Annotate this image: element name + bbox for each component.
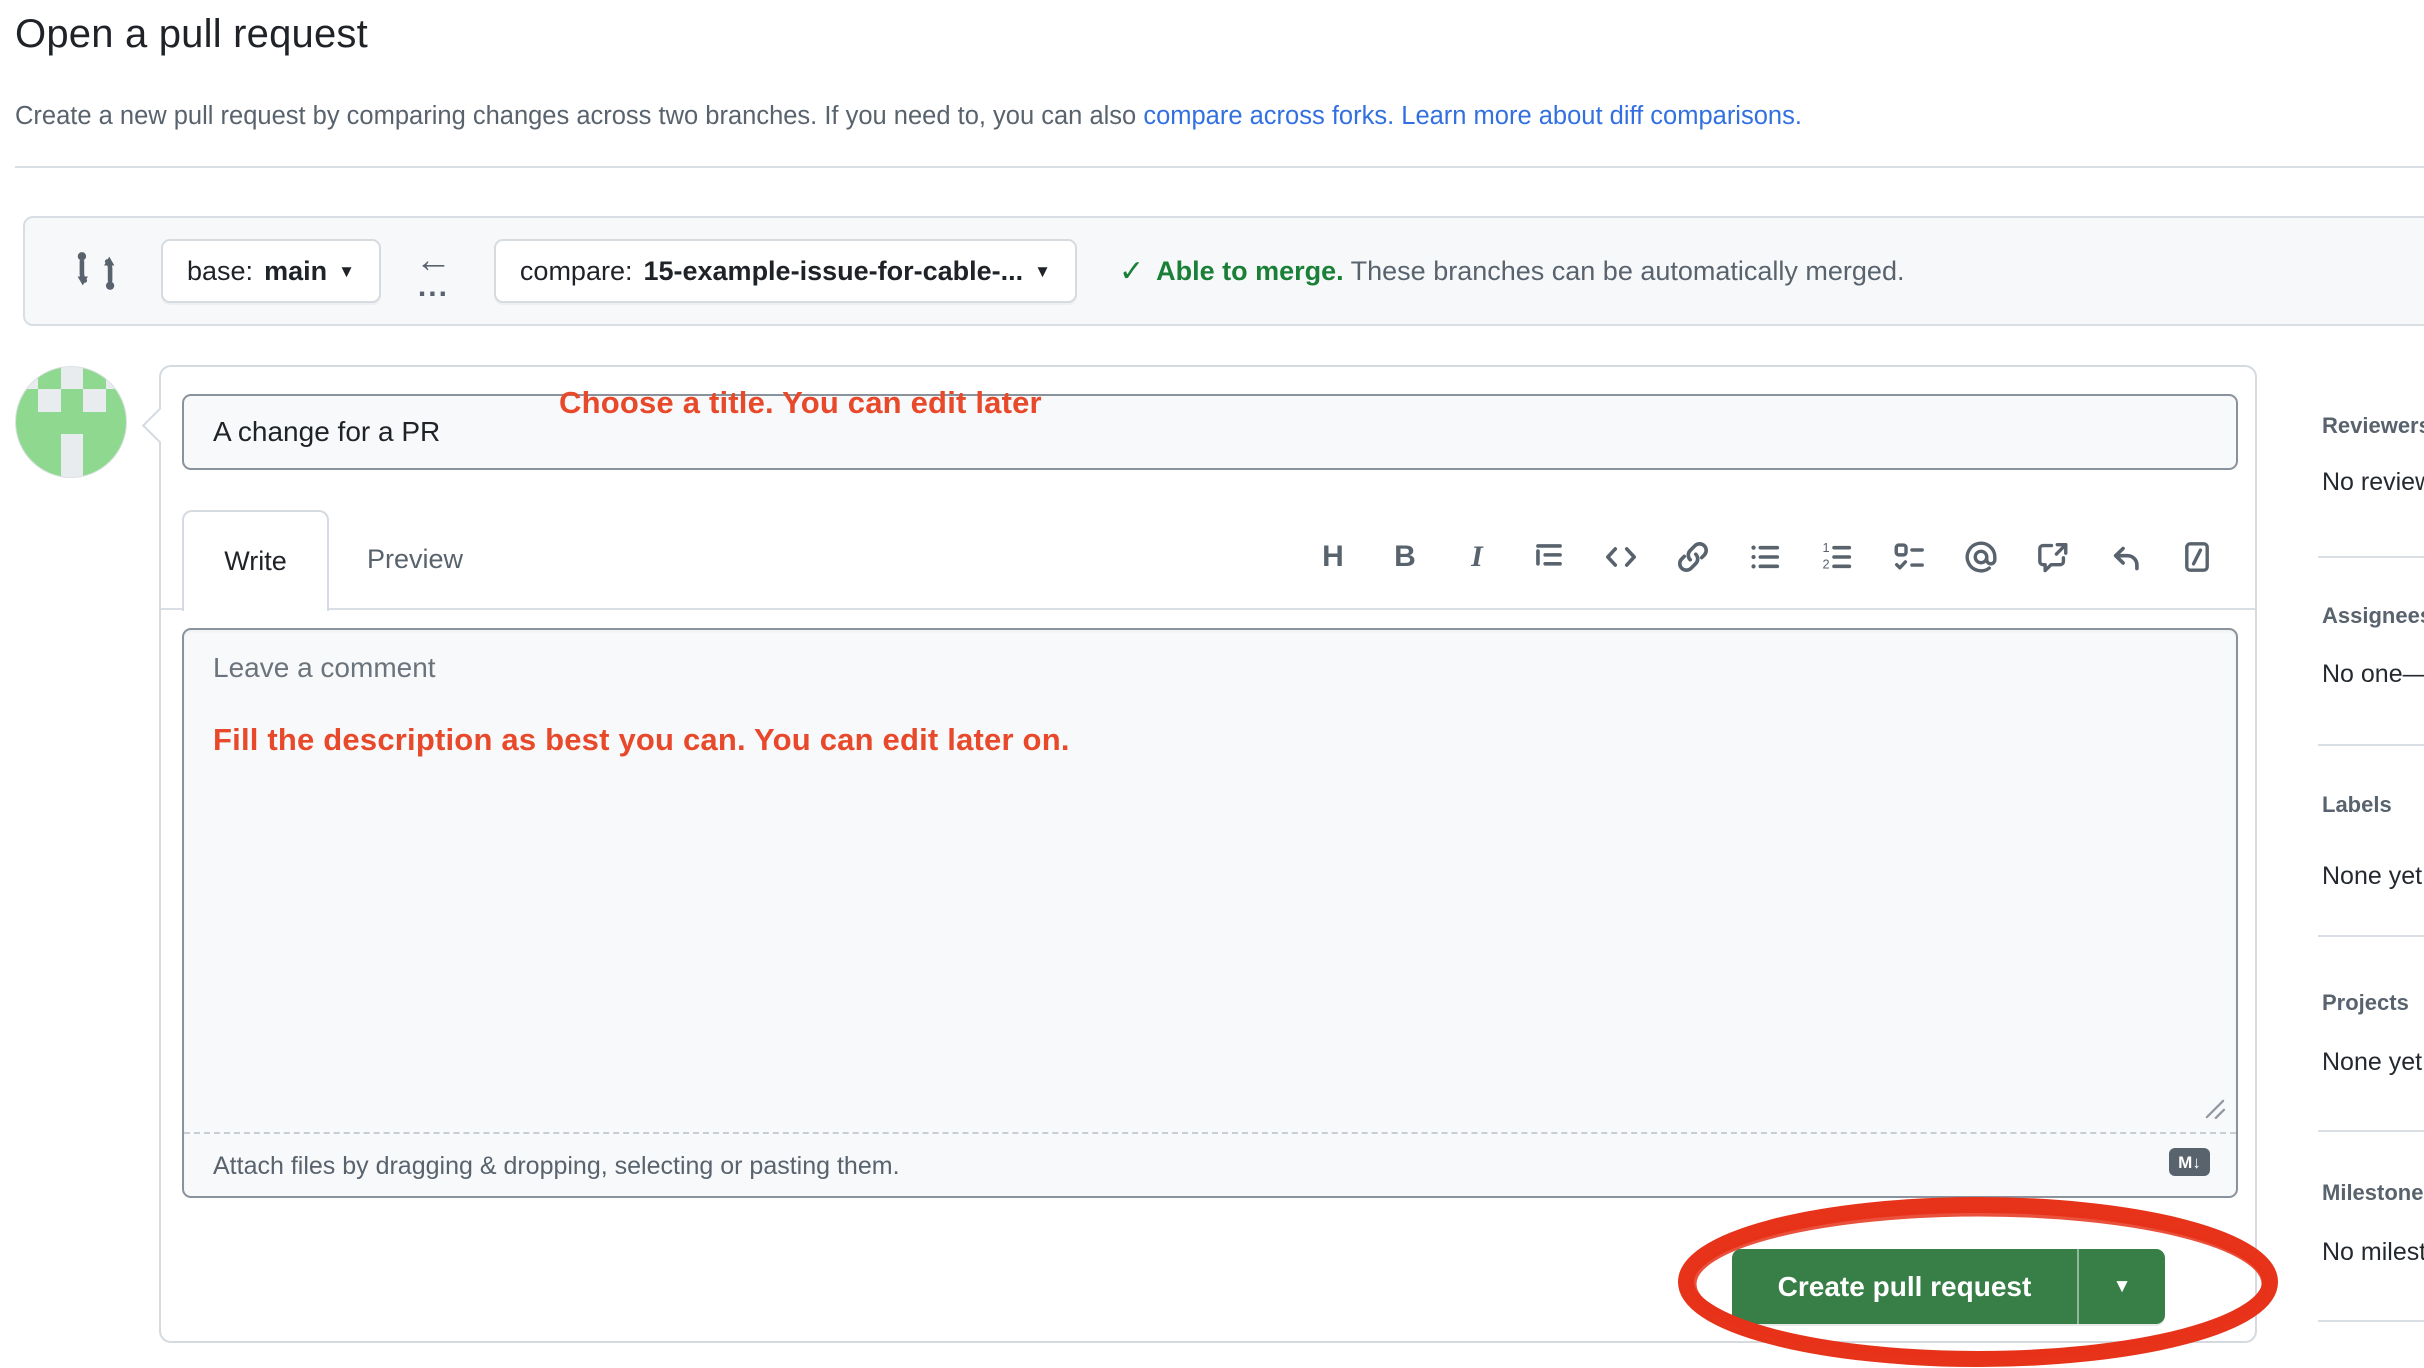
compare-label: compare: — [520, 256, 633, 287]
svg-text:2: 2 — [1823, 556, 1830, 571]
slash-command-icon[interactable] — [2179, 539, 2215, 575]
assignees-heading: Assignees — [2322, 603, 2424, 628]
sidebar-section-projects[interactable]: Projects — [2322, 990, 2424, 1016]
sidebar-divider — [2318, 1320, 2424, 1322]
header-divider — [15, 166, 2424, 168]
milestone-value: No milestone — [2322, 1238, 2424, 1267]
learn-more-diff-link[interactable]: Learn more about diff comparisons. — [1394, 102, 1802, 130]
title-annotation: Choose a title. You can edit later — [559, 385, 1042, 421]
subtitle-text: Create a new pull request by comparing c… — [15, 102, 1143, 130]
branch-range-bar: base: main ▼ ← ... compare: 15-example-issu… — [23, 216, 2424, 326]
card-caret — [142, 408, 177, 443]
git-compare-icon — [73, 248, 119, 294]
labels-value: None yet — [2322, 862, 2424, 891]
attach-files-area[interactable]: Attach files by dragging & dropping, sel… — [184, 1132, 2236, 1198]
create-pull-request-dropdown[interactable]: ▼ — [2077, 1249, 2165, 1324]
code-icon[interactable] — [1603, 539, 1639, 575]
range-direction: ← ... — [415, 241, 452, 302]
base-branch-name: main — [264, 256, 327, 287]
heading-icon[interactable]: H — [1315, 539, 1351, 575]
range-dots: ... — [418, 272, 449, 302]
avatar — [15, 366, 127, 478]
base-label: base: — [187, 256, 253, 287]
merge-status-bold: Able to merge. — [1156, 256, 1344, 286]
sidebar-section-assignees[interactable]: Assignees — [2322, 603, 2424, 629]
comment-textarea[interactable]: Leave a comment Fill the description as … — [184, 630, 2236, 1132]
cross-reference-icon[interactable] — [2035, 539, 2071, 575]
pr-compose-card: A change for a PR Choose a title. You ca… — [159, 365, 2257, 1343]
attach-hint: Attach files by dragging & dropping, sel… — [213, 1152, 900, 1181]
task-list-icon[interactable] — [1891, 539, 1927, 575]
merge-status-rest: These branches can be automatically merg… — [1344, 256, 1905, 286]
svg-text:1: 1 — [1823, 540, 1830, 555]
comment-annotation: Fill the description as best you can. Yo… — [213, 722, 1070, 758]
page-title: Open a pull request — [15, 12, 368, 57]
milestone-heading: Milestone — [2322, 1180, 2423, 1205]
saved-reply-icon[interactable] — [2107, 539, 2143, 575]
reviewers-value: No reviews — [2322, 468, 2424, 497]
chevron-down-icon: ▼ — [2113, 1276, 2132, 1298]
markdown-toolbar: H B I — [1315, 539, 2215, 575]
unordered-list-icon[interactable] — [1747, 539, 1783, 575]
chevron-down-icon: ▼ — [338, 263, 355, 280]
create-pull-request-button[interactable]: Create pull request — [1732, 1249, 2077, 1324]
reviewers-heading: Reviewers — [2322, 413, 2424, 438]
link-icon[interactable] — [1675, 539, 1711, 575]
chevron-down-icon: ▼ — [1034, 263, 1051, 280]
tab-preview[interactable]: Preview — [329, 510, 501, 609]
compare-branch-name: 15-example-issue-for-cable-... — [643, 256, 1023, 287]
tab-write[interactable]: Write — [182, 510, 329, 611]
projects-heading: Projects — [2322, 990, 2409, 1015]
pr-title-value: A change for a PR — [213, 416, 440, 448]
bold-icon[interactable]: B — [1387, 539, 1423, 575]
identicon-pattern — [16, 367, 127, 478]
open-pull-request-page: Open a pull request Create a new pull re… — [0, 0, 2424, 1368]
mention-icon[interactable] — [1963, 539, 1999, 575]
quote-icon[interactable] — [1531, 539, 1567, 575]
assignees-value: No one—assign yourself — [2322, 660, 2424, 689]
sidebar-divider — [2318, 1130, 2424, 1132]
merge-status: ✓ Able to merge. These branches can be a… — [1119, 254, 1905, 289]
base-branch-selector[interactable]: base: main ▼ — [161, 239, 381, 303]
markdown-supported-icon: M↓ — [2169, 1148, 2210, 1176]
page-subtitle: Create a new pull request by comparing c… — [15, 102, 2424, 131]
create-pull-request-button-group: Create pull request ▼ — [1732, 1249, 2165, 1324]
sidebar-section-milestone[interactable]: Milestone — [2322, 1180, 2424, 1206]
sidebar-divider — [2318, 744, 2424, 746]
check-icon: ✓ — [1119, 254, 1144, 289]
compare-across-forks-link[interactable]: compare across forks. — [1143, 102, 1394, 130]
sidebar-divider — [2318, 935, 2424, 937]
comment-placeholder: Leave a comment — [213, 652, 436, 684]
pr-title-input[interactable]: A change for a PR — [182, 394, 2238, 470]
compare-branch-selector[interactable]: compare: 15-example-issue-for-cable-... ▼ — [494, 239, 1077, 303]
projects-value: None yet — [2322, 1048, 2424, 1077]
ordered-list-icon[interactable]: 1 2 — [1819, 539, 1855, 575]
sidebar-section-reviewers[interactable]: Reviewers — [2322, 413, 2424, 439]
sidebar-section-labels[interactable]: Labels — [2322, 792, 2424, 818]
resize-gripper-icon[interactable] — [2202, 1096, 2228, 1122]
sidebar-divider — [2318, 556, 2424, 558]
italic-icon[interactable]: I — [1459, 539, 1495, 575]
tabnav-divider — [161, 608, 2255, 610]
comment-editor: Leave a comment Fill the description as … — [182, 628, 2238, 1198]
labels-heading: Labels — [2322, 792, 2392, 817]
